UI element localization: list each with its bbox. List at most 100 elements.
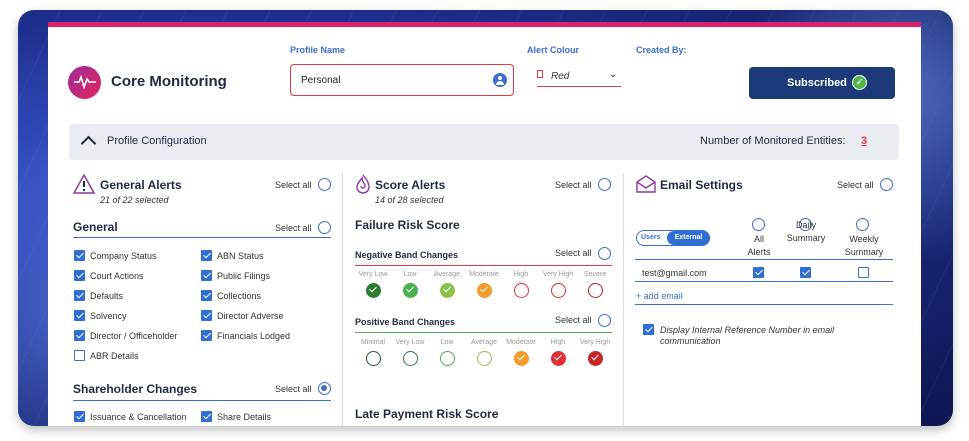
band-high-toggle[interactable] [551,351,566,366]
colour-swatch [537,70,543,78]
general-item-checkbox[interactable] [201,330,212,341]
general-item-label: Director Adverse [217,311,284,321]
shareholder-changes-title: Shareholder Changes [73,382,198,396]
band-moderate-toggle[interactable] [477,283,492,298]
general-item-label: ABR Details [90,351,139,361]
band-low-toggle[interactable] [440,351,455,366]
subscribed-label: Subscribed [787,77,847,89]
band-very-high-toggle[interactable] [551,283,566,298]
general-item-label: Defaults [90,291,124,301]
internal-reference-checkbox[interactable] [643,324,654,335]
toggle-external[interactable]: External [667,231,710,245]
general-item-label: ABN Status [217,251,264,261]
band-severe-toggle[interactable] [588,283,603,298]
band-very-low-toggle[interactable] [403,351,418,366]
profile-name-input[interactable] [290,64,514,96]
email-weekly-summary-checkbox[interactable] [858,267,869,278]
band-average-toggle[interactable] [477,351,492,366]
band-very-low-toggle[interactable] [366,283,381,298]
shareholder-item-checkbox[interactable] [201,411,212,422]
daily-summary-header: Daily Summary [786,220,826,243]
band-label: Very Low [395,339,425,346]
general-item-checkbox[interactable] [74,270,85,281]
general-item-checkbox[interactable] [201,270,212,281]
general-item-label: Collections [217,291,262,301]
general-item-checkbox[interactable] [201,250,212,261]
all-alerts-radio[interactable] [752,218,765,231]
check-icon: ✓ [852,75,867,90]
band-moderate-toggle[interactable] [514,351,529,366]
band-label: Average [434,271,460,278]
weekly-summary-radio[interactable] [856,218,869,231]
email-select-all-radio[interactable] [880,178,893,191]
profile-configuration-bar[interactable]: Profile Configuration Number of Monitore… [69,124,899,160]
select-all-label: Select all [555,248,592,258]
email-all-alerts-checkbox[interactable] [753,267,764,278]
divider [635,259,893,260]
band-minimal-toggle[interactable] [366,351,381,366]
envelope-icon [636,175,656,193]
divider [635,304,893,305]
score-alerts-select-all-radio[interactable] [598,178,611,191]
general-item-label: Company Status [90,251,157,261]
toggle-users[interactable]: Users [641,234,660,241]
band-label: Low [440,339,454,346]
negative-band-changes-title: Negative Band Changes [355,250,459,260]
email-daily-summary-checkbox[interactable] [800,267,811,278]
band-average-toggle[interactable] [440,283,455,298]
general-item-checkbox[interactable] [201,290,212,301]
general-alerts-select-all-radio[interactable] [318,178,331,191]
divider [355,332,612,333]
general-item-checkbox[interactable] [74,310,85,321]
column-divider [623,173,624,426]
user-icon[interactable] [493,73,507,87]
shareholder-select-all-radio[interactable] [318,382,331,395]
band-high-toggle[interactable] [514,283,529,298]
general-select-all-radio[interactable] [318,221,331,234]
shareholder-item-checkbox[interactable] [74,411,85,422]
general-item-label: Solvency [90,311,127,321]
select-all-label: Select all [837,180,874,190]
add-email-link[interactable]: + add email [636,291,683,301]
monitored-entities-count[interactable]: 3 [861,135,867,147]
general-alerts-title: General Alerts [100,178,182,192]
band-label: Minimal [360,339,386,346]
app-window: Core Monitoring Profile Name Alert Colou… [48,22,921,426]
subscribed-button[interactable]: Subscribed ✓ [749,67,895,99]
alert-colour-select[interactable]: Red ⌄ [537,67,621,87]
select-all-label: Select all [275,180,312,190]
heartbeat-logo-icon [68,66,101,99]
negative-select-all-radio[interactable] [598,247,611,260]
score-alerts-title: Score Alerts [375,178,446,192]
chevron-up-icon[interactable] [80,135,97,152]
profile-name-label: Profile Name [290,45,346,55]
general-item-label: Court Actions [90,271,144,281]
band-label: Severe [583,271,607,278]
general-item-checkbox[interactable] [74,350,85,361]
general-item-checkbox[interactable] [74,330,85,341]
profile-configuration-title: Profile Configuration [107,135,207,147]
band-label: Very High [542,271,574,278]
divider [355,265,612,266]
band-very-high-toggle[interactable] [588,351,603,366]
general-item-checkbox[interactable] [201,310,212,321]
users-external-toggle[interactable]: Users External [636,230,710,246]
email-settings-title: Email Settings [660,178,743,192]
band-label: Very Low [358,271,388,278]
all-alerts-header: All Alerts [747,234,771,257]
monitored-entities-label: Number of Monitored Entities: [700,135,846,147]
band-label: Moderate [469,271,499,278]
general-item-checkbox[interactable] [74,290,85,301]
band-label: Very High [579,339,611,346]
general-item-checkbox[interactable] [74,250,85,261]
band-low-toggle[interactable] [403,283,418,298]
chevron-down-icon: ⌄ [608,69,617,80]
late-payment-risk-score-title: Late Payment Risk Score [355,407,499,421]
select-all-label: Select all [555,315,592,325]
alert-colour-label: Alert Colour [527,45,580,55]
select-all-label: Select all [275,223,312,233]
positive-select-all-radio[interactable] [598,314,611,327]
shareholder-item-label: Issuance & Cancellation [90,412,187,422]
general-item-label: Director / Officeholder [90,331,178,341]
email-address: test@gmail.com [642,268,707,278]
